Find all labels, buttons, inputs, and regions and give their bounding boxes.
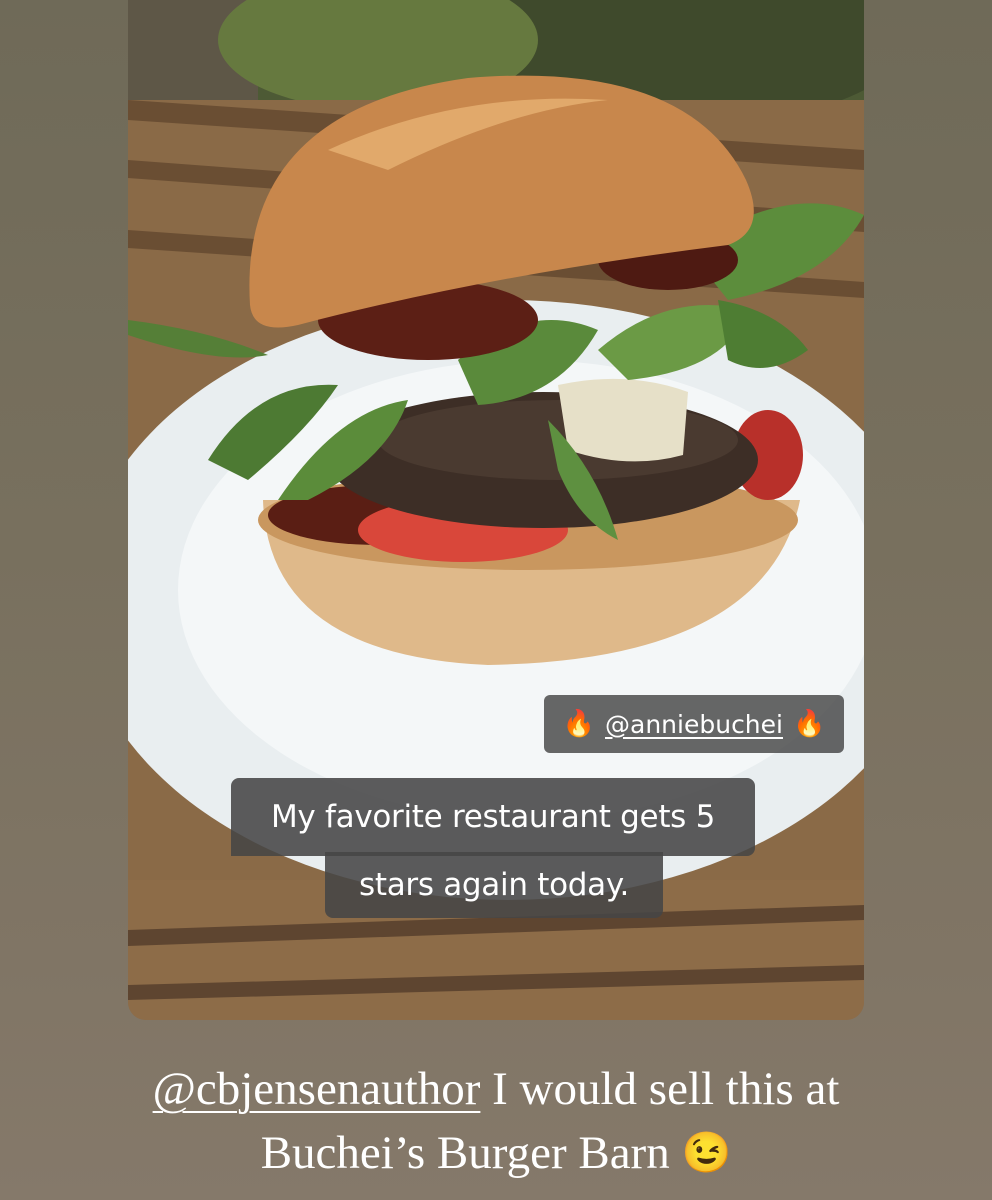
mention-handle-link[interactable]: @anniebuchei <box>605 710 783 739</box>
comment-line-1: @cbjensenauthor I would sell this at <box>0 1062 992 1116</box>
story-caption-line-1: My favorite restaurant gets 5 <box>231 778 755 856</box>
comment-line-2: Buchei’s Burger Barn 😉 <box>0 1126 992 1180</box>
comment-text-2: Buchei’s Burger Barn <box>260 1127 682 1179</box>
fire-icon: 🔥 <box>792 709 826 739</box>
story-caption-line-2: stars again today. <box>325 852 663 918</box>
winking-face-icon: 😉 <box>681 1130 732 1175</box>
mention-sticker[interactable]: 🔥 @anniebuchei 🔥 <box>544 695 844 753</box>
comment-text-1: I would sell this at <box>480 1063 840 1115</box>
fire-icon: 🔥 <box>562 709 596 739</box>
user-mention-link[interactable]: @cbjensenauthor <box>153 1063 481 1115</box>
